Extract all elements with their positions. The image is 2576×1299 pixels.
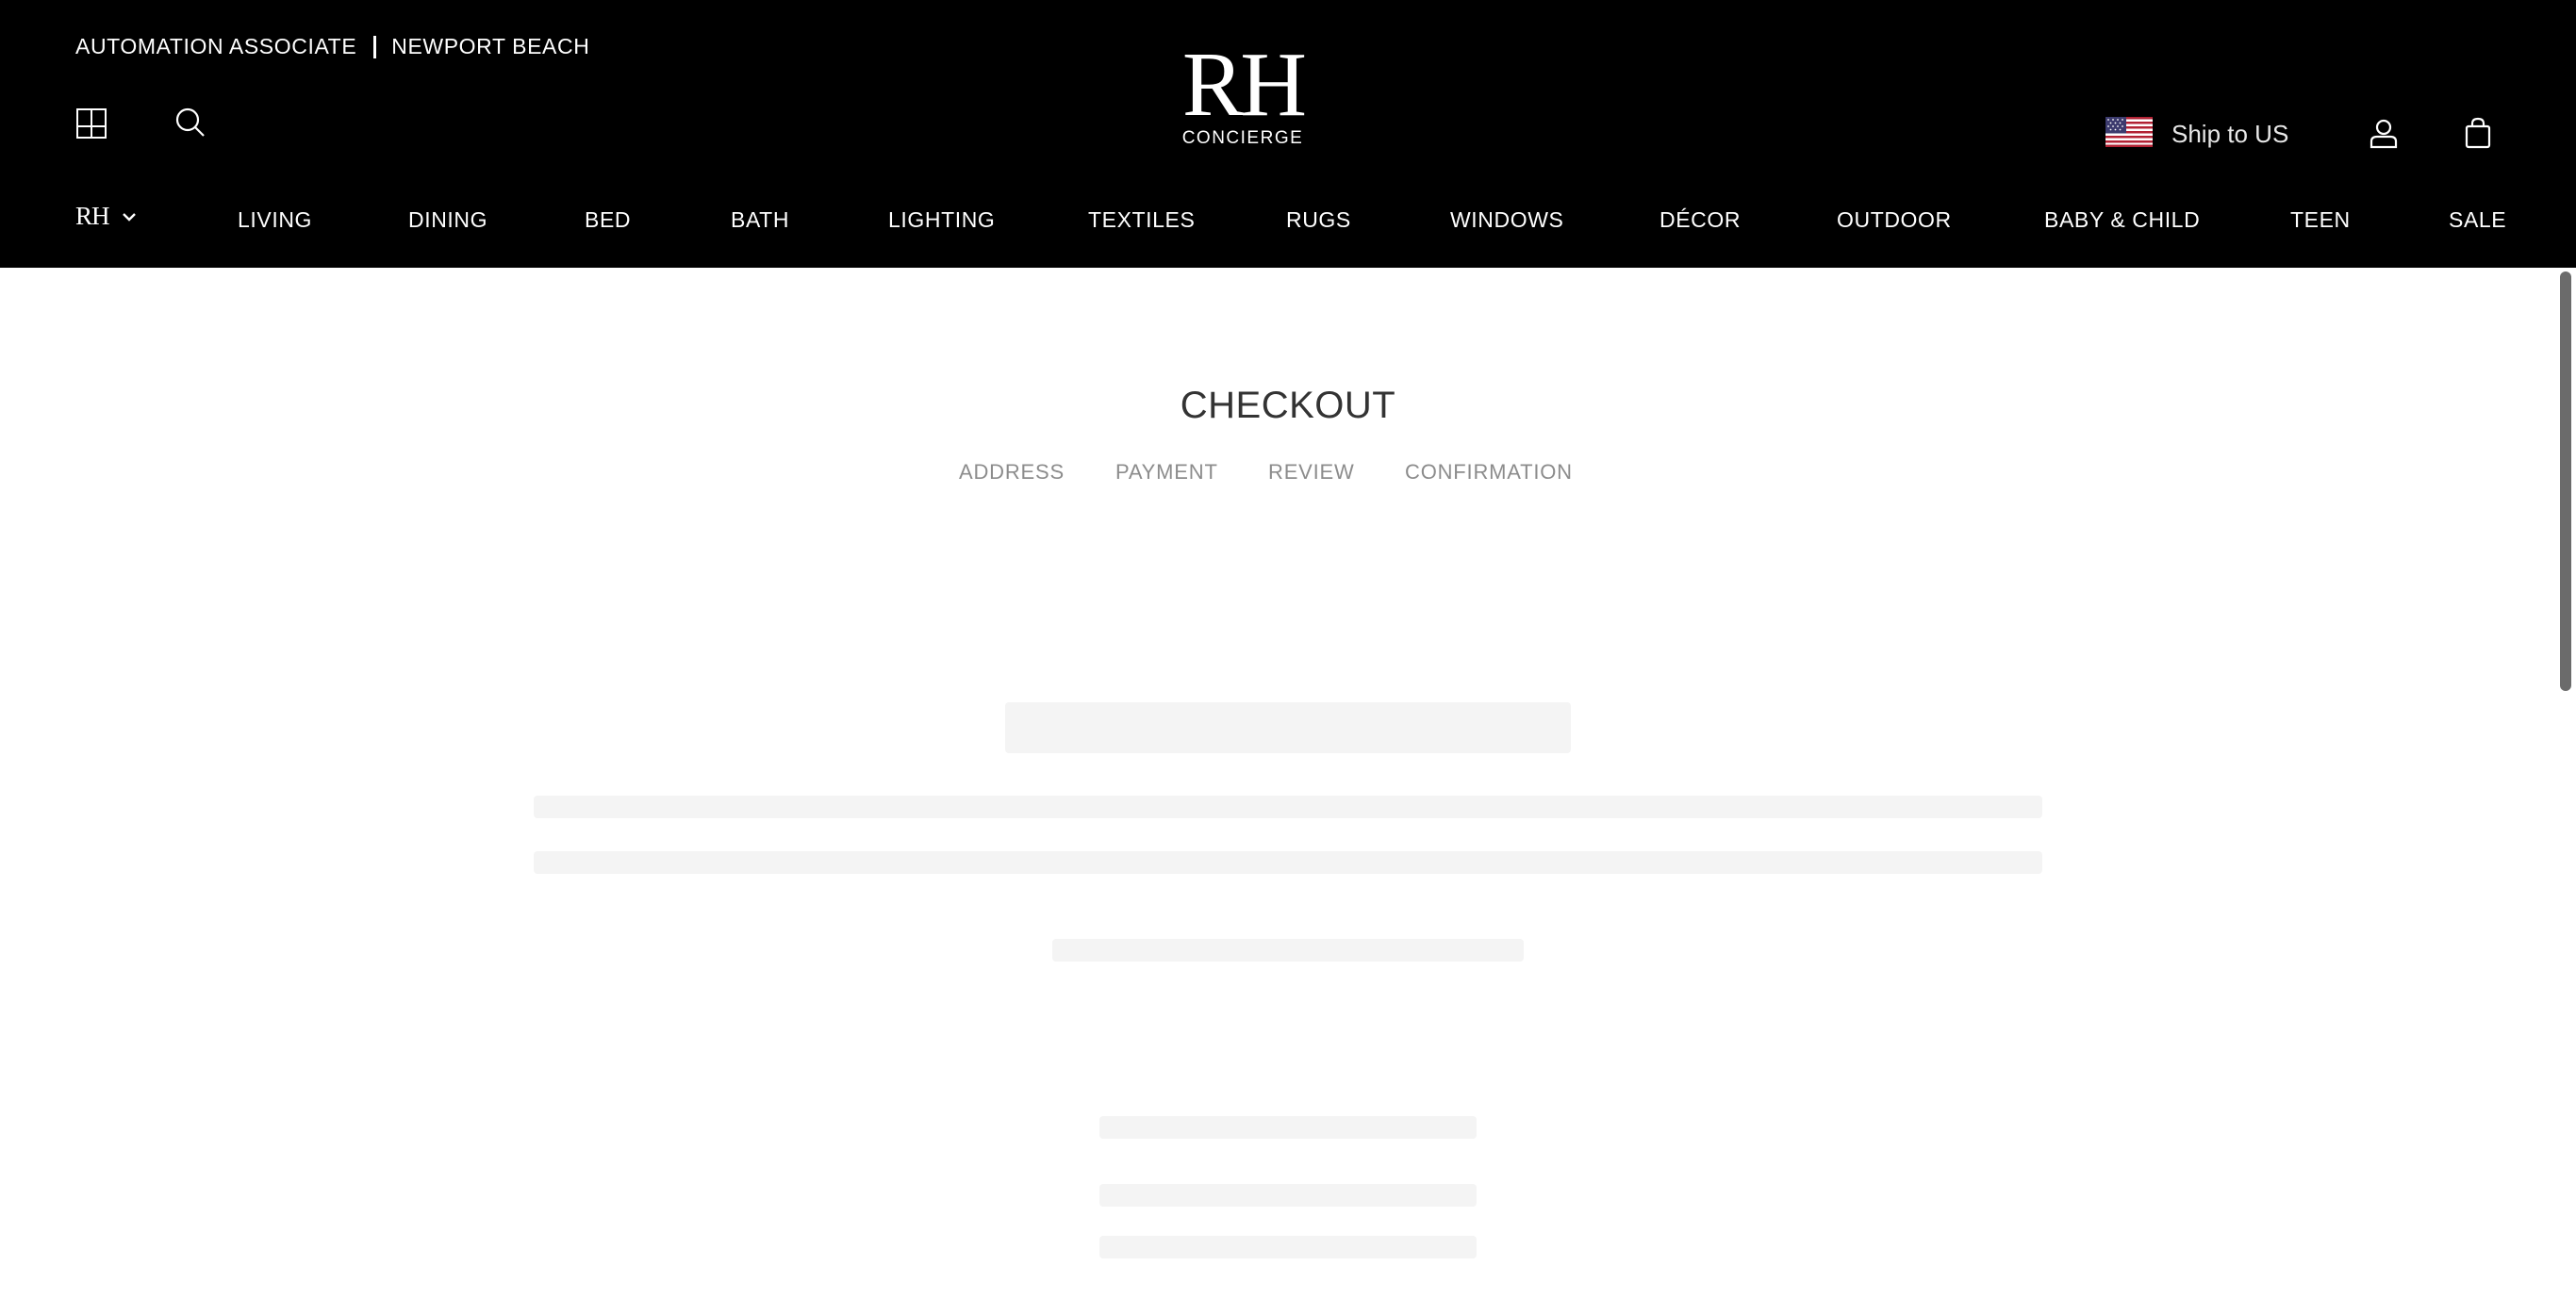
site-header: AUTOMATION ASSOCIATE NEWPORT BEACH RH CO…: [0, 0, 2576, 268]
brand-switcher[interactable]: RH: [75, 202, 136, 231]
brand-switcher-label: RH: [75, 202, 110, 230]
chevron-down-icon: [122, 212, 136, 222]
logo-mark: RH: [1181, 34, 1307, 136]
skeleton-line: [534, 851, 2042, 874]
associate-name: AUTOMATION ASSOCIATE: [75, 34, 357, 58]
nav-item-lighting[interactable]: LIGHTING: [888, 207, 995, 233]
step-payment: PAYMENT: [1115, 460, 1218, 484]
skeleton-line: [1099, 1236, 1477, 1258]
nav-item-outdoor[interactable]: OUTDOOR: [1837, 207, 1952, 233]
nav-item-windows[interactable]: WINDOWS: [1450, 207, 1563, 233]
skeleton-line: [1099, 1184, 1477, 1207]
step-confirmation: CONFIRMATION: [1405, 460, 1573, 484]
main-nav: RH LIVING DINING BED BATH LIGHTING TEXTI…: [0, 200, 2576, 241]
rh-concierge-logo[interactable]: RH CONCIERGE: [1173, 34, 1313, 149]
nav-item-textiles[interactable]: TEXTILES: [1088, 207, 1195, 233]
ship-to-label: Ship to US: [2171, 120, 2289, 148]
skeleton-heading: [1005, 702, 1571, 753]
shopping-bag-icon[interactable]: [2459, 115, 2497, 151]
gallery-grid-icon[interactable]: [74, 106, 109, 141]
logo-subtitle: CONCIERGE: [1181, 128, 1304, 148]
step-review: REVIEW: [1268, 460, 1355, 484]
associate-location: NEWPORT BEACH: [391, 34, 590, 58]
page-scrollbar-thumb[interactable]: [2560, 271, 2571, 691]
us-flag-icon: [2105, 117, 2153, 152]
checkout-title: CHECKOUT: [1180, 385, 1396, 426]
account-icon[interactable]: [2365, 117, 2403, 151]
skeleton-line: [1052, 939, 1524, 962]
nav-item-dining[interactable]: DINING: [408, 207, 487, 233]
nav-item-teen[interactable]: TEEN: [2290, 207, 2351, 233]
nav-item-bath[interactable]: BATH: [731, 207, 789, 233]
ship-to-selector[interactable]: Ship to US: [2105, 117, 2288, 152]
nav-item-sale[interactable]: SALE: [2449, 207, 2506, 233]
skeleton-line: [1099, 1116, 1477, 1139]
nav-item-living[interactable]: LIVING: [238, 207, 312, 233]
nav-item-decor[interactable]: DÉCOR: [1660, 207, 1741, 233]
search-icon[interactable]: [172, 104, 209, 141]
associate-info: AUTOMATION ASSOCIATE NEWPORT BEACH: [75, 34, 589, 59]
skeleton-line: [534, 796, 2042, 818]
nav-item-rugs[interactable]: RUGS: [1286, 207, 1351, 233]
step-address: ADDRESS: [959, 460, 1065, 484]
nav-item-baby-child[interactable]: BABY & CHILD: [2044, 207, 2200, 233]
nav-item-bed[interactable]: BED: [585, 207, 631, 233]
associate-divider: [373, 35, 377, 58]
